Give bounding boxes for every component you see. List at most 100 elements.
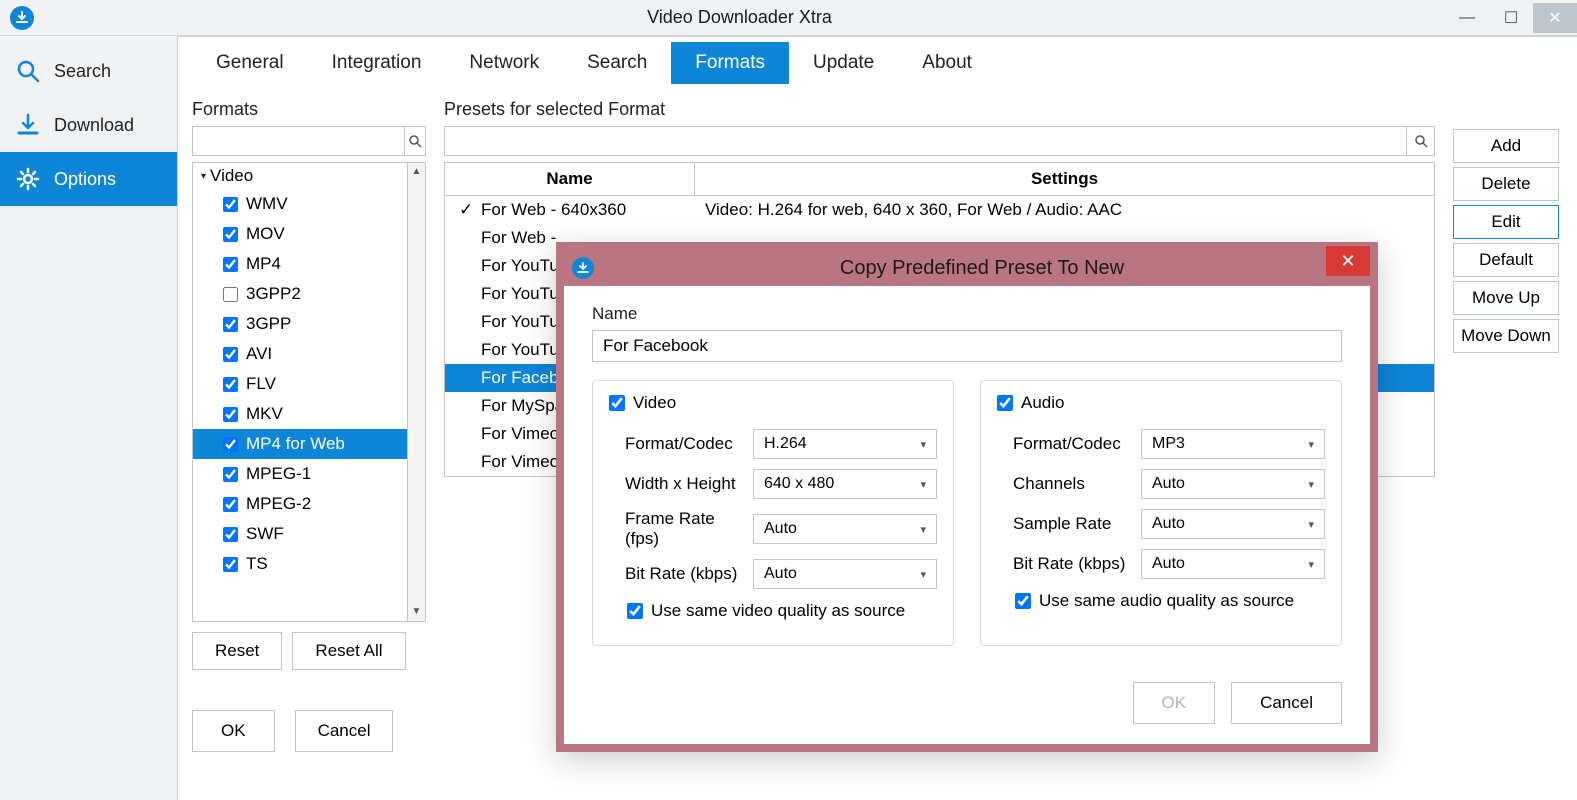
movedown-button[interactable]: Move Down	[1453, 319, 1559, 353]
format-checkbox[interactable]	[223, 437, 238, 452]
preset-name: For YouTu	[481, 256, 559, 276]
format-item[interactable]: MOV	[193, 219, 407, 249]
format-checkbox[interactable]	[223, 257, 238, 272]
dialog-titlebar: Copy Predefined Preset To New ✕	[564, 250, 1370, 286]
download-icon	[14, 111, 42, 139]
format-item[interactable]: SWF	[193, 519, 407, 549]
scroll-up-icon[interactable]: ▲	[408, 163, 425, 181]
video-dim-select[interactable]: 640 x 480	[753, 469, 937, 499]
format-item[interactable]: 3GPP2	[193, 279, 407, 309]
tab-general[interactable]: General	[192, 42, 308, 84]
audio-samplerate-select[interactable]: Auto	[1141, 509, 1325, 539]
audio-enable-checkbox[interactable]	[997, 395, 1013, 411]
format-checkbox[interactable]	[223, 557, 238, 572]
format-checkbox[interactable]	[223, 227, 238, 242]
presets-heading: Presets for selected Format	[444, 99, 1435, 120]
formats-search-input[interactable]	[193, 127, 404, 155]
add-button[interactable]: Add	[1453, 129, 1559, 163]
format-checkbox[interactable]	[223, 317, 238, 332]
audio-channels-label: Channels	[1013, 474, 1141, 494]
format-checkbox[interactable]	[223, 197, 238, 212]
video-samequality-checkbox[interactable]	[627, 603, 643, 619]
format-label: 3GPP	[246, 314, 291, 334]
default-button[interactable]: Default	[1453, 243, 1559, 277]
format-checkbox[interactable]	[223, 497, 238, 512]
close-button[interactable]: ✕	[1533, 3, 1577, 33]
format-item[interactable]: WMV	[193, 189, 407, 219]
format-item[interactable]: AVI	[193, 339, 407, 369]
delete-button[interactable]: Delete	[1453, 167, 1559, 201]
preset-settings: Video: H.264 for web, 640 x 360, For Web…	[695, 200, 1434, 220]
format-checkbox[interactable]	[223, 347, 238, 362]
video-fps-select[interactable]: Auto	[753, 514, 937, 544]
video-format-select[interactable]: H.264	[753, 429, 937, 459]
sidebar-item-search[interactable]: Search	[0, 44, 177, 98]
format-label: SWF	[246, 524, 284, 544]
moveup-button[interactable]: Move Up	[1453, 281, 1559, 315]
format-item[interactable]: TS	[193, 549, 407, 579]
preset-name: For YouTu	[481, 284, 559, 304]
format-checkbox[interactable]	[223, 527, 238, 542]
preset-name: For Facebo	[481, 368, 568, 388]
video-format-label: Format/Codec	[625, 434, 753, 454]
minimize-button[interactable]: —	[1445, 3, 1489, 33]
preset-row[interactable]: ✓For Web - 640x360Video: H.264 for web, …	[445, 196, 1434, 224]
format-item[interactable]: MKV	[193, 399, 407, 429]
format-label: AVI	[246, 344, 272, 364]
tab-formats[interactable]: Formats	[671, 42, 789, 84]
format-label: MP4 for Web	[246, 434, 345, 454]
reset-all-button[interactable]: Reset All	[292, 632, 405, 670]
formats-search-button[interactable]	[404, 127, 425, 155]
dialog-cancel-button[interactable]: Cancel	[1231, 682, 1342, 724]
preset-name: For MySpa	[481, 396, 564, 416]
format-checkbox[interactable]	[223, 287, 238, 302]
presets-search-button[interactable]	[1406, 127, 1434, 155]
format-checkbox[interactable]	[223, 467, 238, 482]
video-bitrate-select[interactable]: Auto	[753, 559, 937, 589]
format-label: 3GPP2	[246, 284, 301, 304]
format-label: MP4	[246, 254, 281, 274]
preset-name-input[interactable]	[592, 330, 1342, 362]
video-enable-checkbox[interactable]	[609, 395, 625, 411]
tree-group-video[interactable]: Video	[193, 163, 407, 189]
format-item[interactable]: 3GPP	[193, 309, 407, 339]
maximize-button[interactable]: ☐	[1489, 3, 1533, 33]
reset-button[interactable]: Reset	[192, 632, 282, 670]
audio-bitrate-select[interactable]: Auto	[1141, 549, 1325, 579]
sidebar-item-options[interactable]: Options	[0, 152, 177, 206]
audio-samequality-checkbox[interactable]	[1015, 593, 1031, 609]
format-item[interactable]: MP4	[193, 249, 407, 279]
dialog-ok-button[interactable]: OK	[1133, 682, 1216, 724]
tab-update[interactable]: Update	[789, 42, 898, 84]
audio-channels-select[interactable]: Auto	[1141, 469, 1325, 499]
audio-header: Audio	[1021, 393, 1064, 413]
dialog-close-button[interactable]: ✕	[1326, 246, 1370, 276]
sidebar-item-download[interactable]: Download	[0, 98, 177, 152]
scroll-down-icon[interactable]: ▼	[408, 603, 425, 621]
app-title: Video Downloader Xtra	[34, 7, 1445, 28]
audio-format-select[interactable]: MP3	[1141, 429, 1325, 459]
format-checkbox[interactable]	[223, 377, 238, 392]
audio-bitrate-label: Bit Rate (kbps)	[1013, 554, 1141, 574]
format-checkbox[interactable]	[223, 407, 238, 422]
format-item[interactable]: MPEG-2	[193, 489, 407, 519]
tab-about[interactable]: About	[898, 42, 996, 84]
column-name: Name	[445, 163, 695, 195]
cancel-button[interactable]: Cancel	[295, 710, 394, 752]
preset-name: For Vimeo	[481, 424, 559, 444]
presets-search-input[interactable]	[445, 127, 1406, 155]
tab-search[interactable]: Search	[563, 42, 671, 84]
check-icon: ✓	[459, 200, 473, 220]
edit-button[interactable]: Edit	[1453, 205, 1559, 239]
format-item[interactable]: FLV	[193, 369, 407, 399]
tab-integration[interactable]: Integration	[308, 42, 446, 84]
video-samequality-label: Use same video quality as source	[651, 601, 905, 621]
format-item[interactable]: MPEG-1	[193, 459, 407, 489]
formats-scrollbar[interactable]: ▲ ▼	[407, 163, 425, 621]
tabs: General Integration Network Search Forma…	[178, 37, 1577, 89]
ok-button[interactable]: OK	[192, 710, 275, 752]
video-bitrate-label: Bit Rate (kbps)	[625, 564, 753, 584]
search-icon	[14, 57, 42, 85]
tab-network[interactable]: Network	[445, 42, 563, 84]
format-item[interactable]: MP4 for Web	[193, 429, 407, 459]
